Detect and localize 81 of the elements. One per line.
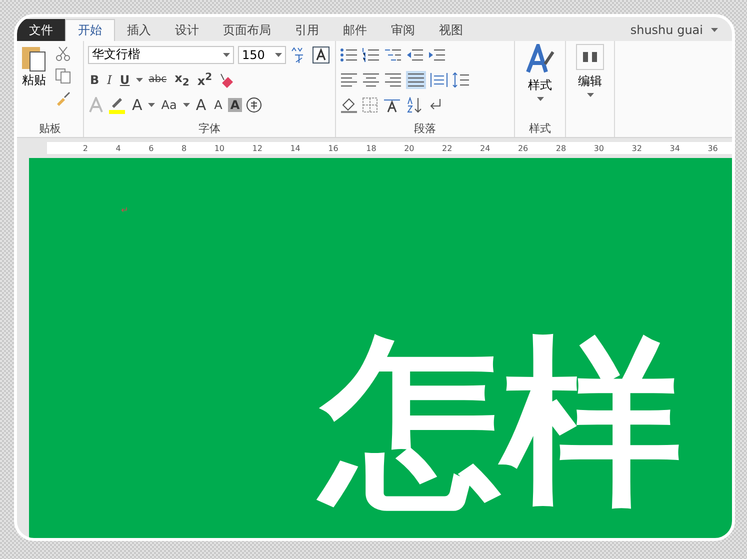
borders-icon[interactable] — [362, 96, 378, 112]
shading-bucket-icon[interactable] — [340, 96, 358, 112]
ruler-number: 6 — [148, 144, 154, 152]
ruler-number: 12 — [252, 144, 262, 152]
document-text: 怎样 — [312, 309, 692, 534]
ribbon-tab[interactable]: 页面布局 — [211, 19, 283, 41]
ribbon-tab[interactable]: 开始 — [65, 19, 115, 41]
ruler-number: 20 — [404, 144, 414, 152]
user-account-button[interactable]: shushu guai — [624, 19, 709, 41]
ruler-number: 2 — [82, 144, 88, 152]
ribbon-tab[interactable]: 设计 — [163, 19, 211, 41]
font-name-field[interactable]: 华文行楷 — [88, 46, 234, 64]
ruler-number: 18 — [366, 144, 376, 152]
caret-icon — [275, 52, 282, 56]
ribbon-tab[interactable]: 视图 — [427, 19, 475, 41]
paragraph-mark: ↵ — [121, 206, 129, 216]
ruler-number: 34 — [670, 144, 680, 152]
caret-icon — [223, 52, 230, 56]
ruler-number: 24 — [480, 144, 490, 152]
enclosed-character-icon[interactable] — [246, 96, 262, 112]
caret-icon[interactable] — [711, 28, 718, 32]
bullet-list-icon[interactable] — [340, 46, 358, 62]
underline-button[interactable]: U — [118, 72, 132, 86]
distributed-icon[interactable] — [430, 72, 448, 88]
copy-icon[interactable] — [55, 68, 71, 84]
styles-icon — [525, 44, 555, 74]
numbered-list-icon[interactable] — [362, 46, 380, 62]
grow-font-button[interactable]: A — [194, 96, 208, 114]
character-border-icon[interactable] — [312, 46, 330, 64]
styles-button[interactable]: 样式 — [528, 77, 552, 94]
increase-indent-icon[interactable] — [428, 46, 446, 62]
sort-icon[interactable] — [406, 96, 424, 112]
ribbon-tab[interactable]: 邮件 — [331, 19, 379, 41]
bold-button[interactable]: B — [88, 72, 102, 86]
group-label: 字体 — [198, 121, 222, 137]
ruler-number: 28 — [556, 144, 566, 152]
caret-icon[interactable] — [586, 93, 594, 97]
editing-button[interactable]: 编辑 — [578, 73, 602, 90]
italic-button[interactable]: I — [105, 72, 114, 86]
highlighter-icon[interactable] — [108, 96, 126, 114]
ruler-number: 32 — [632, 144, 642, 152]
ribbon-tab[interactable]: 审阅 — [379, 19, 427, 41]
strikethrough-button[interactable]: abc — [146, 74, 169, 85]
caret-icon[interactable] — [182, 102, 190, 106]
ribbon-tab[interactable]: 文件 — [17, 19, 65, 41]
align-left-icon[interactable] — [340, 72, 358, 88]
line-spacing-icon[interactable] — [452, 72, 470, 88]
ruler-number: 16 — [328, 144, 338, 152]
multilevel-list-icon[interactable] — [384, 46, 402, 62]
group-label: 段落 — [413, 121, 437, 137]
ruler-number: 36 — [708, 144, 718, 152]
paintbrush-icon[interactable] — [55, 90, 71, 106]
ruler-number: 8 — [181, 144, 187, 152]
caret-icon[interactable] — [536, 97, 544, 101]
caret-icon[interactable] — [148, 102, 156, 106]
shrink-font-button[interactable]: A — [212, 98, 224, 112]
clipboard-icon — [21, 44, 47, 72]
decrease-indent-icon[interactable] — [406, 46, 424, 62]
ruler-number: 22 — [442, 144, 452, 152]
group-label: 贴板 — [38, 121, 62, 137]
justify-icon[interactable] — [406, 70, 426, 88]
align-center-icon[interactable] — [362, 72, 380, 88]
ribbon-tab[interactable]: 引用 — [283, 19, 331, 41]
ruler-number: 14 — [290, 144, 300, 152]
paste-button[interactable]: 粘贴 — [22, 72, 46, 89]
ruler-number: 4 — [116, 144, 121, 152]
font-color-button[interactable]: A — [130, 96, 144, 114]
ruler-number: 26 — [518, 144, 528, 152]
ruler-number: 30 — [594, 144, 604, 152]
scissors-icon[interactable] — [55, 46, 71, 62]
change-case-button[interactable]: Aa — [159, 98, 179, 112]
superscript-button[interactable]: x$^{2}$ — [195, 72, 214, 88]
caret-icon[interactable] — [136, 78, 143, 82]
align-right-icon[interactable] — [384, 72, 402, 88]
group-label: 样式 — [528, 121, 552, 137]
ribbon-tab[interactable]: 插入 — [115, 19, 163, 41]
font-size-field[interactable]: 150 — [238, 46, 286, 64]
character-shading-button[interactable]: A — [228, 98, 242, 112]
subscript-button[interactable]: x$_{2}$ — [172, 70, 192, 88]
text-direction-icon[interactable] — [382, 96, 402, 112]
ruler-number: 10 — [214, 144, 224, 152]
